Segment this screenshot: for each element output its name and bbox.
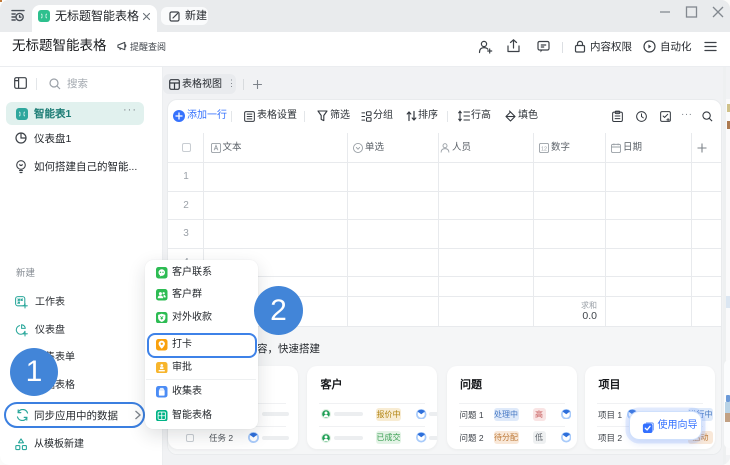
svg-text:12: 12	[541, 146, 547, 152]
